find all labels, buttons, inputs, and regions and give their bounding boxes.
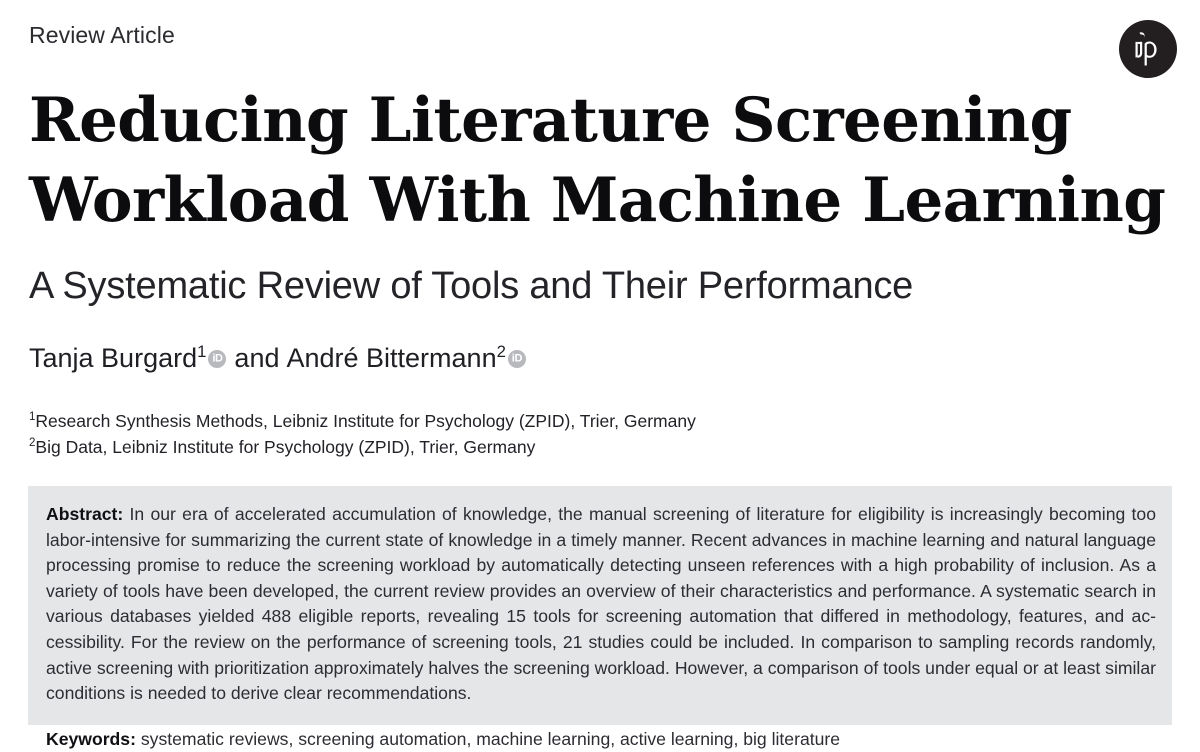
article-first-page: Review Article Reducing Literature Scree…	[0, 0, 1200, 749]
orcid-icon[interactable]: iD	[208, 350, 227, 368]
abstract-block: Abstract: In our era of accelerated accu…	[28, 486, 1172, 749]
author-1[interactable]: Tanja Burgard1	[29, 342, 206, 374]
affiliation-1-text: Research Synthesis Methods, Leibniz Inst…	[35, 411, 696, 431]
title-line-1: Reducing Literature Screening	[29, 85, 1072, 156]
hogrefe-publishing-logo-icon	[1118, 19, 1178, 79]
author-1-affiliation-marker: 1	[197, 342, 207, 361]
author-list: Tanja Burgard1 iD and André Bittermann2 iD	[29, 342, 527, 374]
affiliation-2-text: Big Data, Leibniz Institute for Psycholo…	[35, 437, 536, 457]
article-type-label: Review Article	[29, 22, 175, 48]
page-title: Reducing Literature Screening Workload W…	[29, 81, 1166, 241]
abstract-paragraph: Abstract: In our era of accelerated accu…	[46, 502, 1156, 707]
abstract-label: Abstract:	[46, 504, 124, 524]
affiliation-2: 2Big Data, Leibniz Institute for Psychol…	[29, 434, 696, 460]
keywords-label: Keywords:	[46, 728, 136, 749]
author-2-affiliation-marker: 2	[496, 342, 506, 361]
abstract-body: In our era of accelerated accumulation o…	[46, 504, 1156, 704]
orcid-icon-label: iD	[511, 352, 523, 365]
title-line-2: Workload With Machine Learning	[29, 165, 1166, 236]
keywords-paragraph: Keywords: systematic reviews, screening …	[46, 727, 1156, 752]
author-conjunction: and	[234, 343, 280, 373]
author-2-name: André Bittermann	[286, 343, 497, 373]
author-2[interactable]: André Bittermann2	[286, 342, 505, 374]
author-1-name: Tanja Burgard	[29, 343, 198, 373]
page-subtitle: A Systematic Review of Tools and Their P…	[29, 265, 914, 307]
orcid-icon-label: iD	[212, 352, 223, 365]
orcid-icon[interactable]: iD	[507, 350, 526, 368]
keywords-list: systematic reviews, screening automation…	[140, 728, 841, 749]
affiliation-1: 1Research Synthesis Methods, Leibniz Ins…	[29, 408, 696, 434]
affiliation-list: 1Research Synthesis Methods, Leibniz Ins…	[29, 408, 696, 460]
